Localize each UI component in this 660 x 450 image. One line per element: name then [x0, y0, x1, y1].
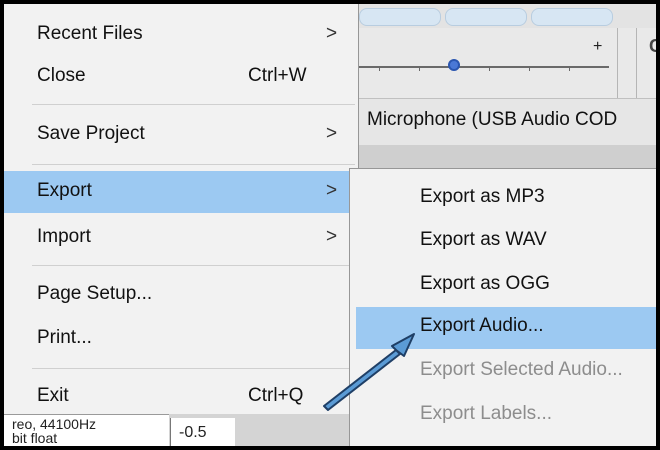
export-submenu: Export as MP3 Export as WAV Export as OG… [349, 168, 656, 446]
menu-item-label: Export [37, 180, 92, 201]
submenu-item-export-ogg[interactable]: Export as OGG [350, 265, 656, 307]
menu-item-shortcut: Ctrl+Q [248, 385, 304, 406]
slider-tick [529, 66, 530, 71]
device-toolbar: Microphone (USB Audio COD [359, 98, 656, 146]
menu-item-export[interactable]: Export > [4, 171, 357, 213]
track-format-text: reo, 44100Hz bit float [12, 417, 96, 445]
submenu-item-export-mp3[interactable]: Export as MP3 [350, 178, 656, 220]
menu-item-label: Exit [37, 385, 69, 406]
slider-tick [489, 66, 490, 71]
menu-item-print[interactable]: Print... [4, 318, 357, 360]
submenu-arrow-icon: > [326, 23, 338, 44]
vertical-scale: -0.5 [170, 418, 235, 446]
toolbar-pill[interactable] [359, 8, 441, 26]
submenu-item-export-wav[interactable]: Export as WAV [350, 221, 656, 263]
menu-item-exit[interactable]: Exit Ctrl+Q [4, 376, 357, 418]
menu-item-label: Import [37, 226, 91, 247]
screenshot-frame: + C Microphone (USB Audio COD reo, 44100… [0, 0, 660, 450]
menu-item-label: Page Setup... [37, 283, 153, 304]
menu-separator [32, 265, 355, 266]
plus-icon: + [593, 38, 603, 55]
menu-item-page-setup[interactable]: Page Setup... [4, 274, 357, 316]
menu-item-label: Recent Files [37, 23, 143, 44]
menu-item-label: Print... [37, 327, 92, 348]
menu-item-label: Close [37, 65, 86, 86]
menu-item-close[interactable]: Close Ctrl+W [4, 56, 357, 98]
submenu-item-export-labels[interactable]: Export Labels... [350, 395, 656, 437]
top-toolbar [359, 4, 656, 28]
submenu-item-label: Export Audio... [420, 315, 544, 336]
slider-tick [569, 66, 570, 71]
menu-item-label: Save Project [37, 123, 145, 144]
toolbar-grip[interactable] [617, 28, 637, 98]
recording-device-select[interactable]: Microphone (USB Audio COD [367, 109, 617, 131]
menu-item-save-project[interactable]: Save Project > [4, 114, 357, 156]
slider-track[interactable] [359, 66, 609, 68]
toolbar-glyph-icon: C [649, 36, 656, 57]
submenu-item-label: Export Labels... [420, 403, 553, 424]
recording-volume-slider-area: + C [359, 28, 656, 98]
submenu-item-label: Export Selected Audio... [420, 359, 623, 380]
track-info-panel: reo, 44100Hz bit float [4, 414, 169, 446]
menu-separator [32, 104, 355, 105]
file-menu: Recent Files > Close Ctrl+W Save Project… [4, 4, 359, 414]
submenu-item-label: Export as MP3 [420, 186, 545, 207]
menu-separator [32, 368, 355, 369]
submenu-item-export-audio[interactable]: Export Audio... [356, 307, 656, 349]
submenu-item-export-selected-audio[interactable]: Export Selected Audio... [350, 351, 656, 393]
submenu-arrow-icon: > [326, 180, 338, 201]
submenu-arrow-icon: > [326, 123, 338, 144]
submenu-item-label: Export as OGG [420, 273, 550, 294]
menu-item-shortcut: Ctrl+W [248, 65, 307, 86]
toolbar-pill[interactable] [445, 8, 527, 26]
menu-separator [32, 164, 355, 165]
menu-item-import[interactable]: Import > [4, 217, 357, 259]
slider-thumb[interactable] [448, 59, 460, 71]
slider-tick [379, 66, 380, 71]
menu-item-recent-files[interactable]: Recent Files > [4, 14, 357, 56]
track-format-line: bit float [12, 430, 58, 446]
scale-label: -0.5 [179, 424, 207, 441]
slider-tick [419, 66, 420, 71]
submenu-arrow-icon: > [326, 226, 338, 247]
submenu-item-label: Export as WAV [420, 229, 547, 250]
toolbar-pill[interactable] [531, 8, 613, 26]
track-format-line: reo, 44100Hz [12, 416, 97, 432]
